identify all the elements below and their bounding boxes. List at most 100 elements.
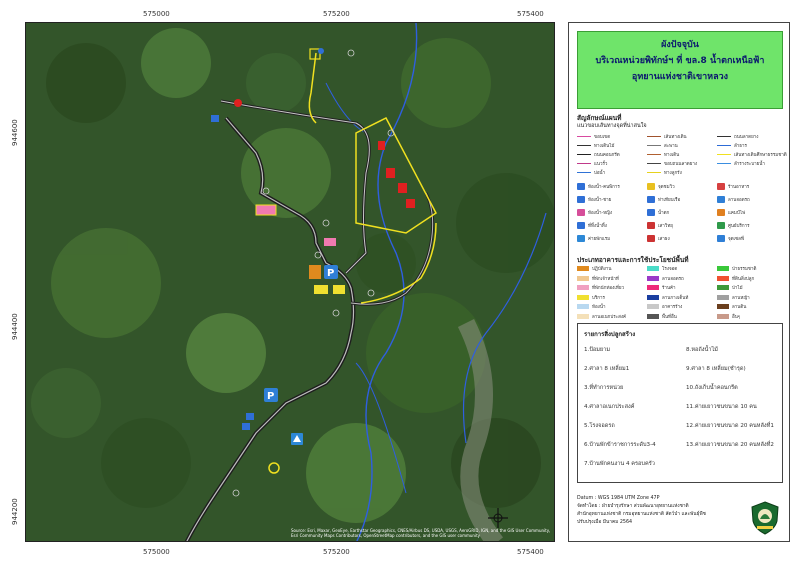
- building-item-label: 8.หอถังน้ำไม้: [686, 347, 718, 353]
- legend-line-item: เส้นทางเดินศึกษาธรรมชาติ: [717, 151, 787, 158]
- legend-icon-item-swatch: [717, 235, 725, 242]
- legend-icon-item-swatch: [577, 183, 585, 190]
- landuse-item-label: พื้นที่อื่น: [662, 314, 677, 320]
- service-building: [309, 265, 321, 279]
- x-tick-top-2: 575200: [323, 10, 350, 18]
- building-list-box: รายการสิ่งปลูกสร้าง 1.ป้อมยาม 2.ศาลา 8 เห…: [577, 323, 783, 483]
- legend-line-item-swatch: [717, 135, 731, 138]
- legend-line-item-swatch: [717, 162, 731, 165]
- legend-icon-item: ห้องน้ำ-หญิง: [577, 209, 612, 216]
- legend-icon-item-swatch: [717, 183, 725, 190]
- legend-line-item-label: บ่อน้ำ: [594, 171, 606, 176]
- legend-line-item-label: ทางเดิน: [664, 153, 680, 158]
- landuse-item-label: ลานดิน: [732, 305, 747, 310]
- building-item-label: 5.โรงจอดรถ: [584, 423, 615, 429]
- legend-line-item: สะพาน: [647, 142, 678, 149]
- legend-line-item: ขอบเขต: [577, 133, 610, 140]
- landuse-item-swatch: [717, 285, 729, 290]
- legend-icon-item-swatch: [647, 235, 655, 242]
- legend-line-item: เส้นทางเดิน: [647, 133, 687, 140]
- landuse-item-label: ป่าธรรมชาติ: [732, 267, 757, 272]
- landuse-item: ที่ดินสิ่งปลูก: [717, 275, 754, 282]
- landuse-item: ลานหญ้า: [717, 294, 750, 301]
- legend-icon-item-label: ห้องน้ำ-หญิง: [588, 211, 613, 216]
- legend-icon-item-swatch: [647, 222, 655, 229]
- building-item: 10.ถังเก็บน้ำคอนกรีต: [686, 384, 738, 392]
- legend-icon-item-label: เสาธง: [658, 237, 670, 242]
- building-item: 5.โรงจอดรถ: [584, 422, 615, 430]
- landuse-item-swatch: [717, 313, 729, 319]
- building-item: 4.ศาลาอเนกประสงค์: [584, 403, 635, 411]
- legend-line-item-label: เส้นทางเดิน: [664, 135, 687, 140]
- map-title-box: ผังปัจจุบัน บริเวณหน่วยพิทักษ์ฯ ที่ ขล.8…: [577, 31, 783, 109]
- landuse-item-swatch: [647, 266, 659, 271]
- building-item: 2.ศาลา 8 เหลี่ยม1: [584, 365, 629, 373]
- legend-line-item-swatch: [717, 153, 731, 156]
- map-footer: Datum : WGS 1984 UTM Zone 47P จัดทำโดย :…: [577, 495, 747, 527]
- landuse-item-label: ร้านค้า: [662, 286, 676, 291]
- landuse-item-label: ลานหญ้า: [732, 295, 750, 301]
- legend-line-item-label: สะพาน: [664, 144, 678, 149]
- legend-icon-item-swatch: [717, 209, 725, 216]
- landuse-item: อาคารร้าง: [647, 303, 682, 310]
- building-item: 7.บ้านพักคนงาน 4 ครอบครัว: [584, 460, 655, 468]
- legend-line-item: ถนนลาดยาง: [717, 133, 758, 140]
- building-item-label: 11.ค่ายเยาวชนขนาด 10 คน: [686, 404, 757, 410]
- legend-line-item-swatch: [577, 153, 591, 156]
- legend-icon-item-label: ค่ายพักแรม: [588, 237, 611, 242]
- legend-line-item-label: เส้นทางเดินศึกษาธรรมชาติ: [734, 153, 787, 158]
- legend-icon-item-swatch: [577, 222, 585, 229]
- y-tick-3: 944200: [11, 498, 19, 525]
- landuse-item-swatch: [577, 275, 589, 281]
- legend-icon-item-label: ร้านอาหาร: [728, 185, 750, 190]
- map-title-line2: บริเวณหน่วยพิทักษ์ฯ ที่ ขล.8 น้ำตกเหนือฟ…: [595, 56, 765, 66]
- satellite-map[interactable]: P P Source: Esri, Maxar, GeoEye, Earthst…: [25, 22, 555, 542]
- legend-icon-item-swatch: [577, 209, 585, 216]
- legend-icon-item-swatch: [717, 196, 725, 203]
- legend-icon-item-label: ห้องน้ำ-ชาย: [588, 198, 612, 203]
- landuse-heading: ประเภทอาคารและการใช้ประโยชน์พื้นที่: [577, 256, 689, 264]
- office-text: สำนักอุทยานแห่งชาติ กรมอุทยานแห่งชาติ สั…: [577, 512, 706, 517]
- legend-icon-item-label: เสาวิทยุ: [658, 224, 673, 229]
- legend-line-item-swatch: [717, 144, 731, 147]
- landuse-item: ลานอเนกประสงค์: [577, 313, 626, 320]
- map-attribution: Source: Esri, Maxar, GeoEye, Earthstar G…: [291, 528, 551, 538]
- legend-line-item-label: ทางลูกรัง: [664, 171, 682, 176]
- legend-line-item-swatch: [647, 144, 661, 147]
- landuse-item-swatch: [647, 275, 659, 281]
- map-title-line1: ผังปัจจุบัน: [661, 40, 699, 50]
- landuse-item-label: ห้องน้ำ: [592, 305, 606, 310]
- legend-line-item-swatch: [647, 171, 661, 174]
- building-item-label: 3.ที่ทำการหน่วย: [584, 385, 624, 391]
- legend-icon-item-label: จุดเซลฟี่: [728, 237, 745, 242]
- legend-line-item-swatch: [647, 135, 661, 138]
- legend-line-item-label: ขอบเขต: [594, 135, 611, 140]
- landuse-item-swatch: [577, 304, 589, 309]
- landuse-item-swatch: [577, 266, 589, 271]
- landuse-item: ลานดิน: [717, 303, 746, 310]
- restroom-icon-2: [246, 413, 254, 420]
- legend-line-item-label: ทางเดินไม้: [594, 144, 615, 149]
- legend-line-item: ถนนคอนกรีต: [577, 151, 620, 158]
- landuse-item: ลานกางเต็นท์: [647, 294, 688, 301]
- building-item-label: 6.บ้านพักข้าราชการระดับ3-4: [584, 442, 656, 448]
- landuse-item-swatch: [647, 294, 659, 300]
- landuse-item-swatch: [647, 304, 659, 309]
- landuse-item: อื่นๆ: [717, 313, 740, 320]
- legend-line-item-label: ถนนลาดยาง: [734, 135, 759, 140]
- restroom-icon-1: [211, 115, 219, 122]
- y-tick-2: 944400: [11, 313, 19, 340]
- building-item-label: 10.ถังเก็บน้ำคอนกรีต: [686, 385, 738, 391]
- landuse-item-swatch: [717, 266, 729, 271]
- building-item-label: 9.ศาลา 8 เหลี่ยม(ชำรุด): [686, 366, 746, 372]
- legend-icon-item-label: ท่าเทียบเรือ: [658, 198, 681, 203]
- legend-icon-item-label: จุดชมวิว: [658, 185, 675, 190]
- legend-line-item-label: ลำธาร: [734, 144, 747, 149]
- legend-icon-item: แคมป์ไฟ: [717, 209, 745, 216]
- restroom-icon-3: [242, 423, 250, 430]
- waterfall-icon: [318, 48, 324, 54]
- legend-icon-item: จุดเซลฟี่: [717, 235, 744, 242]
- landuse-item-label: ลานจอดรถ: [662, 276, 684, 282]
- x-tick-bottom-1: 575000: [143, 548, 170, 556]
- x-tick-top-1: 575000: [143, 10, 170, 18]
